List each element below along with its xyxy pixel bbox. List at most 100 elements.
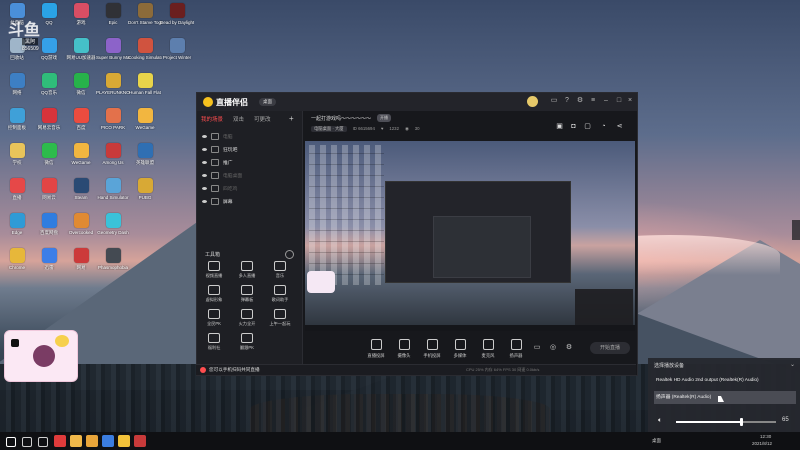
close-icon[interactable]: × (625, 96, 635, 106)
stream-action-button[interactable]: 多媒体 (447, 339, 473, 359)
volume-knob[interactable] (740, 418, 743, 426)
help-icon[interactable]: ? (562, 96, 572, 106)
tray-time[interactable]: 12:30 (760, 434, 771, 439)
desktop-icon[interactable]: Edge (2, 212, 32, 246)
scene-layer-item[interactable]: 狂玩吧 (202, 144, 297, 154)
start-stream-button[interactable]: 开始直播 (590, 342, 630, 354)
taskbar-app5-icon[interactable] (118, 435, 130, 447)
tool-item[interactable]: 弹幕板 (232, 285, 262, 305)
tray-date[interactable]: 2021/8/12 (752, 441, 772, 446)
desktop-icon[interactable]: 学校 (2, 142, 32, 176)
desktop-icon[interactable]: WeGame (66, 142, 96, 176)
scene-layer-item[interactable]: 电脑 (202, 131, 297, 141)
taskbar-app1-icon[interactable] (54, 435, 66, 447)
tool-item[interactable]: 上午一起玩 (265, 309, 295, 329)
desktop-icon[interactable]: Epic (98, 2, 128, 36)
brand-tag[interactable]: 桌面 (259, 98, 276, 106)
desktop-icon[interactable]: Among Us (98, 142, 128, 176)
desktop-icon[interactable]: QQ音乐 (34, 72, 64, 106)
side-collapse-handle[interactable] (792, 220, 800, 240)
feedback-icon[interactable]: ▭ (549, 96, 559, 106)
taskbar-app2-icon[interactable] (70, 435, 82, 447)
desktop-icon[interactable]: Overcooked (66, 212, 96, 246)
desktop-icon[interactable]: 百度 (66, 107, 96, 141)
user-avatar[interactable] (527, 96, 538, 107)
eye-icon[interactable] (202, 134, 207, 138)
bell-icon[interactable]: ◔ (599, 122, 608, 131)
desktop-icon[interactable]: Phasmophobia (98, 247, 128, 281)
scene-layer-item[interactable]: 四吃鸡 (202, 183, 297, 193)
eye-icon[interactable] (202, 199, 207, 203)
stream-action-button[interactable]: 摄像头 (391, 339, 417, 359)
stream-action-button[interactable]: 直播投屏 (363, 339, 389, 359)
tool-item[interactable]: 音乐 (265, 261, 295, 281)
tool-item[interactable]: 火力全开 (232, 309, 262, 329)
menu-icon[interactable]: ≡ (588, 96, 598, 106)
notice-text[interactable]: 您可以手机扫码共同直播 (209, 367, 260, 373)
stream-action-button[interactable]: 手机投屏 (419, 339, 445, 359)
desktop-icon[interactable]: PLAYERUNKNOWN'S BATTLEGR (96, 72, 130, 106)
tray-desktop-label[interactable]: 桌面 (652, 438, 661, 444)
desktop-icon[interactable]: Dead by Daylight (160, 2, 194, 36)
room-category[interactable]: 电脑桌面 · 大厦 (311, 126, 347, 132)
desktop-icon[interactable]: Project Winter (162, 37, 192, 71)
taskbar-app3-icon[interactable] (86, 435, 98, 447)
desktop-icon[interactable]: 控制面板 (2, 107, 32, 141)
tool-item[interactable]: 翻跟PK (232, 333, 262, 353)
settings-icon[interactable]: ⚙ (575, 96, 585, 106)
tab-editable[interactable]: 可更改 (254, 115, 271, 123)
tab-double[interactable]: 双击 (233, 115, 244, 123)
minimize-icon[interactable]: – (601, 96, 611, 106)
maximize-icon[interactable]: □ (614, 96, 624, 106)
taskbar-app4-icon[interactable] (102, 435, 114, 447)
desktop-icon[interactable]: Chrome (2, 247, 32, 281)
desktop-icon[interactable]: Geometry Dash (97, 212, 129, 246)
record-icon[interactable]: ◎ (549, 344, 557, 352)
camera-toggle-icon[interactable]: ▭ (533, 344, 541, 352)
audio-device-option-selected[interactable]: 扬声器 (Realtek(R) Audio) (654, 391, 796, 404)
audio-device-option[interactable]: Realtek HD Audio 2nd output (Realtek(R) … (654, 374, 796, 387)
scene-layer-item[interactable]: 屏幕 (202, 196, 297, 206)
desktop-icon[interactable]: Don't Starve Together (128, 2, 162, 36)
desktop-icon[interactable]: 网易云音乐 (34, 107, 64, 141)
desktop-icon[interactable]: PUBG (130, 177, 160, 211)
desktop-icon[interactable]: 迅雷 (34, 247, 64, 281)
lock-icon[interactable]: ◘ (569, 122, 578, 131)
desktop-icon[interactable]: 英雄联盟 (130, 142, 160, 176)
desktop-icon[interactable]: 微信 (66, 72, 96, 106)
desktop-icon[interactable]: 网易云 (34, 177, 64, 211)
stream-settings-icon[interactable]: ⚙ (565, 344, 573, 352)
desktop-icon[interactable]: 游戏 (66, 2, 96, 36)
gift-icon[interactable]: ▣ (555, 122, 564, 131)
eye-icon[interactable] (202, 147, 207, 151)
tools-more-icon[interactable] (285, 250, 294, 259)
taskbar-start-icon[interactable] (6, 437, 16, 447)
volume-slider[interactable] (676, 418, 776, 426)
tool-item[interactable]: 多人直播 (232, 261, 262, 281)
stream-action-button[interactable]: 扬声器 (503, 339, 529, 359)
tool-item[interactable]: 歌词助手 (265, 285, 295, 305)
desktop-icon[interactable]: Hand Simulator (97, 177, 129, 211)
eye-icon[interactable] (202, 160, 207, 164)
tab-my-scenes[interactable]: 我的场景 (201, 115, 223, 123)
tool-item[interactable]: 福利社 (199, 333, 229, 353)
eye-icon[interactable] (202, 186, 207, 190)
desktop-icon[interactable]: 网易UU加速器 (66, 37, 96, 71)
tool-item[interactable]: 虚拟形象 (199, 285, 229, 305)
desktop-icon[interactable]: Human Fall Flat (129, 72, 161, 106)
stream-action-button[interactable]: 麦克风 (475, 339, 501, 359)
chevron-down-icon[interactable]: ⌄ (790, 361, 795, 368)
desktop-icon[interactable]: 百度网盘 (34, 212, 64, 246)
scene-layer-item[interactable]: 推广 (202, 157, 297, 167)
desktop-icon[interactable]: PICO PARK (98, 107, 128, 141)
taskbar-task-view-icon[interactable] (38, 437, 48, 447)
tool-item[interactable]: 视频直播 (199, 261, 229, 281)
tool-item[interactable]: 全民PK (199, 309, 229, 329)
desktop-icon[interactable]: 微信 (34, 142, 64, 176)
eye-icon[interactable] (202, 173, 207, 177)
stream-preview[interactable] (305, 141, 635, 331)
desktop-icon[interactable]: 网络 (2, 72, 32, 106)
desktop-icon[interactable]: WeGame (130, 107, 160, 141)
desktop-icon[interactable]: 网易 (66, 247, 96, 281)
taskbar-app6-icon[interactable] (134, 435, 146, 447)
